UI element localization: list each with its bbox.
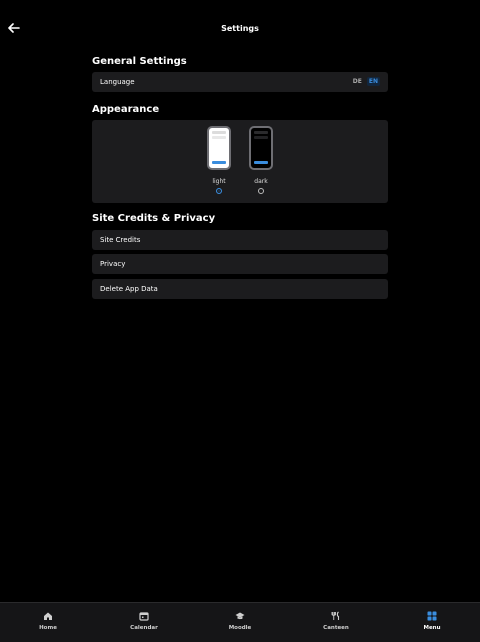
privacy-label: Privacy	[100, 260, 126, 268]
light-option-label: light	[212, 178, 226, 185]
general-settings-heading: General Settings	[92, 56, 187, 67]
tab-menu[interactable]: Menu	[384, 603, 480, 642]
tab-canteen[interactable]: Canteen	[288, 603, 384, 642]
delete-app-data-label: Delete App Data	[100, 285, 158, 293]
top-bar: Settings	[0, 0, 480, 58]
site-credits-label: Site Credits	[100, 236, 141, 244]
site-credits-row[interactable]: Site Credits	[92, 230, 388, 250]
tab-menu-label: Menu	[423, 625, 441, 631]
language-label: Language	[100, 78, 135, 86]
appearance-panel: light dark	[92, 120, 388, 203]
tab-home-label: Home	[39, 625, 57, 631]
light-theme-preview[interactable]	[207, 126, 231, 170]
fork-knife-icon	[331, 611, 340, 620]
grid-icon	[427, 611, 437, 621]
bottom-tab-bar: Home Calendar Moodle Canteen Menu	[0, 602, 480, 642]
graduation-cap-icon	[235, 612, 245, 620]
dark-radio[interactable]	[258, 188, 264, 194]
dark-option-label: dark	[254, 178, 268, 185]
tab-canteen-label: Canteen	[323, 625, 349, 631]
calendar-icon	[139, 612, 149, 621]
home-icon	[44, 612, 52, 620]
lang-de-button[interactable]: DE	[351, 77, 364, 86]
page-title: Settings	[221, 24, 259, 33]
light-radio[interactable]	[216, 188, 222, 194]
credits-heading: Site Credits & Privacy	[92, 213, 216, 224]
appearance-heading: Appearance	[92, 104, 160, 115]
privacy-row[interactable]: Privacy	[92, 254, 388, 274]
tab-moodle[interactable]: Moodle	[192, 603, 288, 642]
tab-calendar-label: Calendar	[130, 625, 158, 631]
tab-moodle-label: Moodle	[228, 625, 252, 631]
tab-home[interactable]: Home	[0, 603, 96, 642]
language-switch: DE EN	[351, 77, 380, 86]
delete-app-data-row[interactable]: Delete App Data	[92, 279, 388, 299]
tab-calendar[interactable]: Calendar	[96, 603, 192, 642]
dark-theme-preview[interactable]	[249, 126, 273, 170]
lang-en-button[interactable]: EN	[366, 77, 380, 86]
language-row: Language DE EN	[92, 72, 388, 92]
